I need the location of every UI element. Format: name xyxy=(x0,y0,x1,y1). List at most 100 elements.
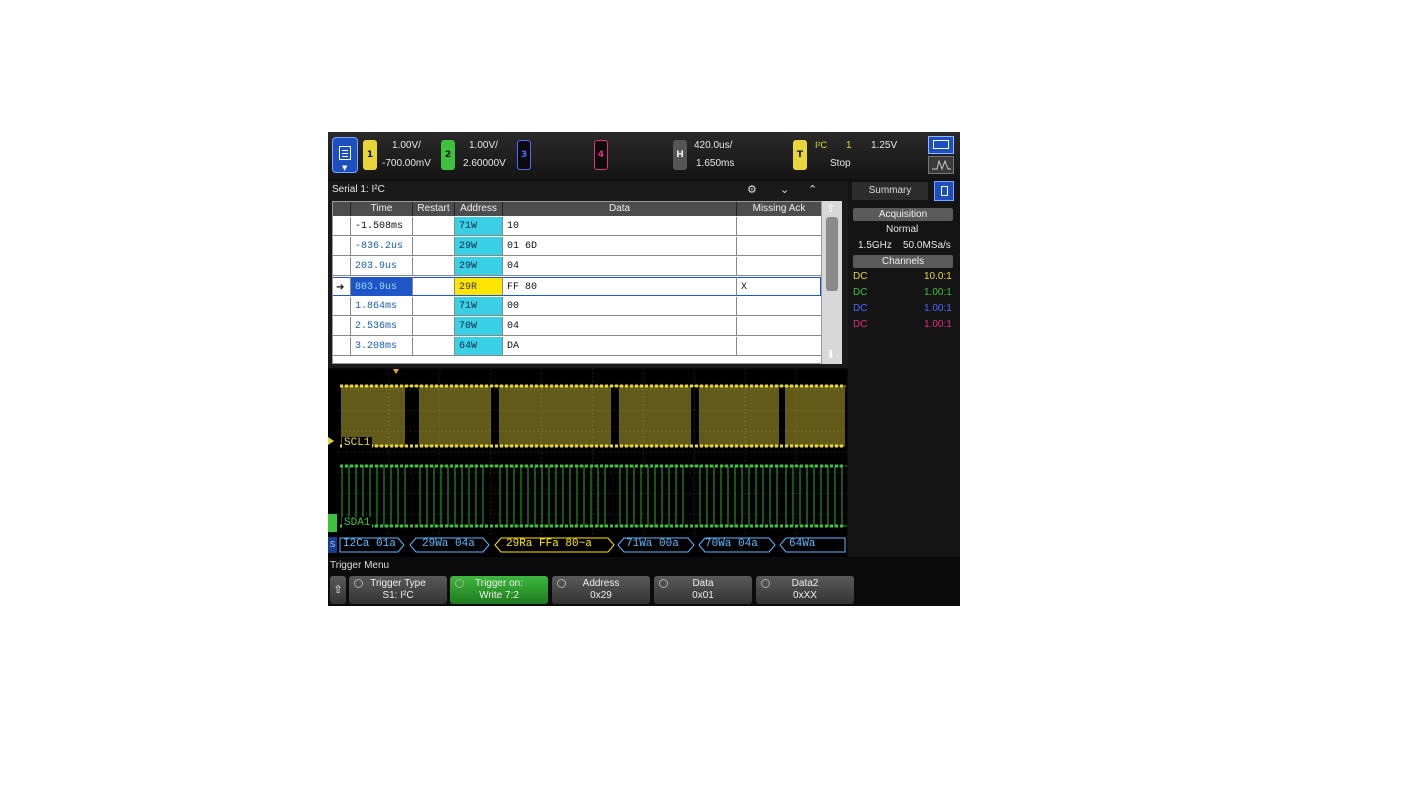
channel-2-ground-marker-icon[interactable] xyxy=(328,514,337,532)
decode-frame[interactable]: 29Wa 04a xyxy=(422,538,475,550)
softkey-address[interactable]: Address 0x29 xyxy=(552,576,650,604)
channel-3-badge[interactable]: 3 xyxy=(517,140,531,170)
trigger-source: I²C xyxy=(815,140,827,150)
horizontal-badge[interactable]: H xyxy=(673,140,687,170)
channel-2-number: 2 xyxy=(444,150,452,160)
channel-3-probe: 1.00:1 xyxy=(924,303,952,314)
waveform-icon[interactable] xyxy=(928,156,954,174)
channel-1-number: 1 xyxy=(366,150,374,160)
softkey-value: S1: I²C xyxy=(382,590,414,601)
channel-2-probe: 1.00:1 xyxy=(924,287,952,298)
softkey-trigger-type[interactable]: Trigger Type S1: I²C xyxy=(349,576,447,604)
channel-1-scale: 1.00V/ xyxy=(392,140,421,151)
trigger-badge[interactable]: T xyxy=(793,140,807,170)
softkey-label: Address xyxy=(582,578,620,589)
bandwidth: 1.5GHz xyxy=(858,240,892,251)
channel-1-coupling: DC xyxy=(853,271,868,282)
cell-restart xyxy=(413,297,455,316)
collapse-down-icon[interactable]: ⌄ xyxy=(780,183,789,196)
decode-frame[interactable]: 64Wa xyxy=(789,538,815,550)
softkey-value: 0x01 xyxy=(692,590,714,601)
table-row[interactable]: -1.508ms 71W 10 xyxy=(333,217,821,237)
run-state: Stop xyxy=(830,158,851,169)
waveform-display[interactable]: SCL1 SDA1 S I2Ca 01a 29Wa 04a 29Ra FFa 8… xyxy=(328,369,847,557)
cell-time: 803.9us xyxy=(351,277,413,296)
column-header-restart[interactable]: Restart xyxy=(413,202,455,216)
sda-label: SDA1 xyxy=(342,517,373,529)
softkey-value: Write 7:2 xyxy=(479,590,519,601)
column-header-address[interactable]: Address xyxy=(455,202,503,216)
cell-missing-ack: X xyxy=(737,277,821,296)
cell-data: 04 xyxy=(503,257,737,276)
cell-address: 64W xyxy=(455,337,503,356)
row-marker xyxy=(333,297,351,316)
knob-icon xyxy=(354,579,363,588)
softkey-trigger-on[interactable]: Trigger on: Write 7:2 xyxy=(450,576,548,604)
cell-restart xyxy=(413,317,455,336)
table-row[interactable]: -836.2us 29W 01 6D xyxy=(333,237,821,257)
table-row[interactable]: 3.208ms 64W DA xyxy=(333,337,821,357)
scl-label: SCL1 xyxy=(342,437,373,449)
channel-1-offset: -700.00mV xyxy=(382,158,431,169)
scroll-thumb[interactable] xyxy=(826,217,838,291)
cell-time: 2.536ms xyxy=(351,317,413,336)
softkey-data[interactable]: Data 0x01 xyxy=(654,576,752,604)
main-menu-button[interactable]: ▼ xyxy=(332,137,358,173)
table-row-selected[interactable]: ➔ 803.9us 29R FF 80 X xyxy=(333,277,821,297)
sda-trace xyxy=(340,464,847,528)
cell-address: 29R xyxy=(455,277,503,296)
cell-data: 01 6D xyxy=(503,237,737,256)
collapse-up-icon[interactable]: ⌃ xyxy=(808,183,817,196)
row-marker xyxy=(333,237,351,256)
cell-data: 10 xyxy=(503,217,737,236)
softkey-label: Data2 xyxy=(791,578,819,589)
channel-4-badge[interactable]: 4 xyxy=(594,140,608,170)
scroll-up-icon[interactable]: ⇧ xyxy=(826,202,835,215)
settings-icon[interactable]: ⚙ xyxy=(747,183,757,196)
cell-time: 3.208ms xyxy=(351,337,413,356)
display-icon[interactable] xyxy=(928,136,954,154)
column-header-time[interactable]: Time xyxy=(351,202,413,216)
decode-frame[interactable]: 29Ra FFa 80~a xyxy=(506,538,592,550)
softkey-data2[interactable]: Data2 0xXX xyxy=(756,576,854,604)
cell-data: FF 80 xyxy=(503,277,737,296)
table-row[interactable]: 2.536ms 70W 04 xyxy=(333,317,821,337)
channel-4-probe: 1.00:1 xyxy=(924,319,952,330)
summary-tab[interactable]: Summary xyxy=(852,182,928,200)
cell-restart xyxy=(413,277,455,296)
decode-frame[interactable]: 71Wa 00a xyxy=(626,538,679,550)
sda-trace-path xyxy=(340,465,847,527)
channel-1-badge[interactable]: 1 xyxy=(363,140,377,170)
cell-restart xyxy=(413,337,455,356)
channel-2-badge[interactable]: 2 xyxy=(441,140,455,170)
summary-panel: Summary Acquisition Normal 1.5GHz 50.0MS… xyxy=(848,181,960,557)
cell-time: -836.2us xyxy=(351,237,413,256)
channel-4-number: 4 xyxy=(597,150,605,160)
menu-icon xyxy=(339,146,351,160)
list-scrollbar[interactable]: ⇧ ⬇ xyxy=(822,201,842,364)
acquisition-mode: Normal xyxy=(886,224,919,235)
column-header-missing-ack[interactable]: Missing Ack xyxy=(737,202,821,216)
softkey-value: 0x29 xyxy=(590,590,612,601)
channel-1-ground-marker-icon[interactable] xyxy=(328,437,334,445)
decode-bus: S I2Ca 01a 29Wa 04a 29Ra FFa 80~a 71Wa 0… xyxy=(328,536,847,554)
cell-time: 203.9us xyxy=(351,257,413,276)
cell-restart xyxy=(413,257,455,276)
knob-icon xyxy=(761,579,770,588)
trigger-marker-icon xyxy=(393,369,399,374)
cell-missing-ack xyxy=(737,297,821,316)
column-header-data[interactable]: Data xyxy=(503,202,737,216)
horizontal-scale: 420.0us/ xyxy=(694,140,733,151)
decode-frame[interactable]: I2Ca 01a xyxy=(343,538,396,550)
table-row[interactable]: 1.864ms 71W 00 xyxy=(333,297,821,317)
trigger-channel: 1 xyxy=(846,140,852,151)
scroll-down-icon[interactable]: ⬇ xyxy=(826,348,835,361)
cell-missing-ack xyxy=(737,237,821,256)
summary-panel-icon[interactable] xyxy=(934,181,954,201)
softkey-bar: ⇧ Trigger Type S1: I²C Trigger on: Write… xyxy=(328,574,960,606)
decode-frame[interactable]: 70Wa 04a xyxy=(705,538,758,550)
channel-2-coupling: DC xyxy=(853,287,868,298)
table-row[interactable]: 203.9us 29W 04 xyxy=(333,257,821,277)
channel-4-coupling: DC xyxy=(853,319,868,330)
back-arrow-icon[interactable]: ⇧ xyxy=(330,576,346,604)
